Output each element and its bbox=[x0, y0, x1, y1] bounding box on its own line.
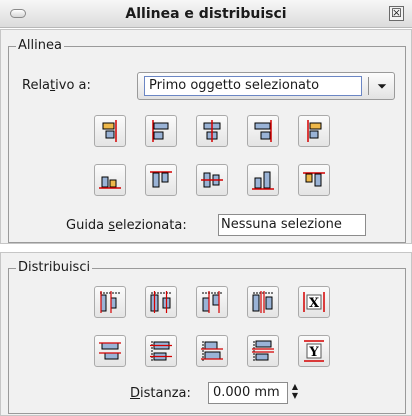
exchange-vertical-icon: Y bbox=[304, 340, 324, 362]
distribute-centers-horizontally-button[interactable] bbox=[145, 286, 177, 318]
align-bottom-edges-button[interactable] bbox=[247, 164, 279, 196]
exchange-vertical-button[interactable]: Y bbox=[298, 335, 330, 367]
title-bar: Allinea e distribuisci ☒ bbox=[0, 0, 412, 28]
align-top-edges-icon bbox=[150, 171, 172, 188]
center-horizontally-icon bbox=[203, 120, 221, 142]
align-right-edges-to-left-icon bbox=[102, 120, 117, 142]
center-vertically-icon bbox=[201, 172, 223, 188]
distance-label: Distanza: bbox=[130, 386, 191, 401]
distribute-right-edges-icon bbox=[202, 291, 222, 313]
distribute-left-edges-icon bbox=[100, 291, 120, 313]
align-frame-label: Allinea bbox=[16, 38, 64, 53]
align-left-edges-to-right-icon bbox=[307, 120, 322, 142]
distribute-bottom-edges-button[interactable] bbox=[196, 335, 228, 367]
center-vertically-button[interactable] bbox=[196, 164, 228, 196]
align-bottom-edges-to-top-button[interactable] bbox=[94, 164, 126, 196]
align-top-edges-button[interactable] bbox=[145, 164, 177, 196]
distance-input[interactable]: 0.000 mm bbox=[208, 382, 288, 404]
svg-text:Y: Y bbox=[308, 345, 319, 360]
align-right-edges-button[interactable] bbox=[247, 115, 279, 147]
exchange-horizontal-icon: X bbox=[303, 292, 325, 312]
selected-guide-label: Guida selezionata: bbox=[66, 218, 187, 233]
align-bottom-edges-icon bbox=[252, 171, 274, 190]
spin-up-icon[interactable]: ▲ bbox=[288, 382, 302, 391]
dropdown-arrow-icon: ⏷ bbox=[377, 79, 387, 93]
align-top-edges-to-bottom-button[interactable] bbox=[298, 164, 330, 196]
distribute-left-edges-button[interactable] bbox=[94, 286, 126, 318]
align-top-edges-to-bottom-icon bbox=[303, 172, 325, 187]
align-left-edges-icon bbox=[152, 120, 169, 142]
distribute-right-edges-button[interactable] bbox=[196, 286, 228, 318]
distribute-centers-horizontally-icon bbox=[150, 291, 171, 313]
center-horizontally-button[interactable] bbox=[196, 115, 228, 147]
distribute-horizontal-gaps-button[interactable] bbox=[247, 286, 279, 318]
relative-to-dropdown[interactable]: Primo oggetto selezionato ⏷ bbox=[137, 72, 395, 100]
distribute-bottom-edges-icon bbox=[201, 341, 223, 361]
distribute-horizontal-gaps-icon bbox=[252, 291, 273, 313]
align-right-edges-icon bbox=[254, 120, 272, 142]
distribute-vertical-gaps-icon bbox=[252, 340, 274, 361]
distribute-vertical-gaps-button[interactable] bbox=[247, 335, 279, 367]
align-right-edges-to-left-button[interactable] bbox=[94, 115, 126, 147]
distribute-centers-vertically-icon bbox=[150, 341, 172, 361]
distribute-frame-label: Distribuisci bbox=[16, 260, 93, 275]
close-button[interactable]: ☒ bbox=[389, 6, 404, 21]
distribute-centers-vertically-button[interactable] bbox=[145, 335, 177, 367]
spin-down-icon[interactable]: ▼ bbox=[288, 391, 302, 400]
align-bottom-edges-to-top-icon bbox=[99, 176, 121, 189]
align-left-edges-button[interactable] bbox=[145, 115, 177, 147]
svg-text:X: X bbox=[309, 296, 320, 311]
distribute-top-edges-icon bbox=[99, 342, 121, 360]
relative-to-value: Primo oggetto selezionato bbox=[144, 76, 362, 96]
exchange-horizontal-button[interactable]: X bbox=[298, 286, 330, 318]
window-title: Allinea e distribuisci bbox=[125, 6, 287, 22]
distance-spinner[interactable]: ▲ ▼ bbox=[288, 382, 302, 404]
align-left-edges-to-right-button[interactable] bbox=[298, 115, 330, 147]
selected-guide-field[interactable]: Nessuna selezione bbox=[218, 214, 366, 236]
distribute-top-edges-button[interactable] bbox=[94, 335, 126, 367]
relative-to-label: Relativo a: bbox=[22, 78, 91, 93]
